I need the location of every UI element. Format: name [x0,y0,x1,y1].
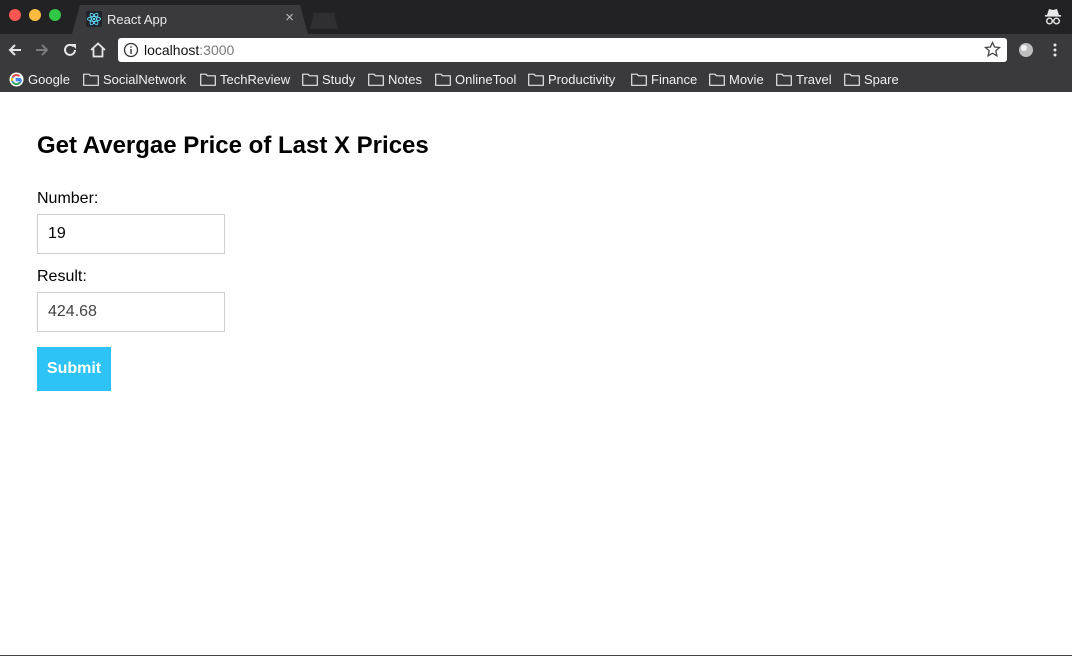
react-logo-icon [86,11,102,27]
bookmark-label: Movie [729,71,764,87]
folder-icon [83,73,99,86]
back-arrow-icon[interactable] [6,41,24,59]
bookmark-label: Spare [864,71,899,87]
new-tab-button[interactable] [310,13,338,29]
page-title: Get Avergae Price of Last X Prices [37,132,429,159]
incognito-icon [1045,9,1061,25]
bookmark-label: Google [28,71,70,87]
minimize-window-button[interactable] [29,9,41,21]
bookmark-label: SocialNetwork [103,71,187,87]
tab-close-icon[interactable]: × [285,10,294,26]
folder-icon [709,73,725,86]
folder-icon [528,73,544,86]
folder-icon [200,73,216,86]
browser-titlebar: React App × [0,0,1072,34]
bookmark-folder-onlinetool[interactable]: OnlineTool [435,70,516,88]
result-field[interactable] [37,292,225,332]
folder-icon [435,73,451,86]
home-icon[interactable] [89,41,107,59]
maximize-window-button[interactable] [49,9,61,21]
bookmark-folder-socialnetwork[interactable]: SocialNetwork [83,70,186,88]
bookmark-folder-finance[interactable]: Finance [631,70,697,88]
bookmark-google[interactable]: Google [9,70,70,88]
bookmarks-bar: Google SocialNetwork TechReview Study No… [0,66,1072,92]
folder-icon [302,73,318,86]
submit-button[interactable]: Submit [37,347,111,391]
bookmark-folder-study[interactable]: Study [302,70,355,88]
extension-icon[interactable] [1018,42,1034,58]
url-host: localhost [144,42,200,58]
browser-toolbar: localhost:3000 [0,34,1072,66]
bookmark-folder-notes[interactable]: Notes [368,70,422,88]
bookmark-label: Finance [651,71,698,87]
folder-icon [844,73,860,86]
bookmark-label: Study [322,71,356,87]
folder-icon [776,73,792,86]
bookmark-label: Notes [388,71,422,87]
result-label: Result: [37,268,87,285]
bookmark-folder-spare[interactable]: Spare [844,70,899,88]
bookmark-folder-productivity[interactable]: Productivity [528,70,615,88]
reload-icon[interactable] [61,41,79,59]
tab-title: React App [107,12,167,27]
bookmark-label: OnlineTool [455,71,517,87]
more-menu-icon[interactable] [1049,42,1061,58]
number-label: Number: [37,190,99,207]
bookmark-label: Productivity [548,71,616,87]
bookmark-folder-travel[interactable]: Travel [776,70,832,88]
bookmark-label: Travel [796,71,832,87]
bookmark-folder-techreview[interactable]: TechReview [200,70,290,88]
url-text: localhost:3000 [144,42,234,58]
bookmark-star-icon[interactable] [984,41,1001,58]
page-content: Get Avergae Price of Last X Prices Numbe… [0,92,1072,656]
address-bar[interactable]: localhost:3000 [118,38,1007,62]
close-window-button[interactable] [9,9,21,21]
bookmark-folder-movie[interactable]: Movie [709,70,764,88]
forward-arrow-icon[interactable] [33,41,51,59]
folder-icon [368,73,384,86]
folder-icon [631,73,647,86]
url-port: :3000 [199,42,235,58]
bookmark-label: TechReview [220,71,291,87]
number-input[interactable] [37,214,225,254]
info-icon[interactable] [123,42,139,58]
google-icon [9,71,24,87]
browser-tab[interactable]: React App × [72,5,308,34]
